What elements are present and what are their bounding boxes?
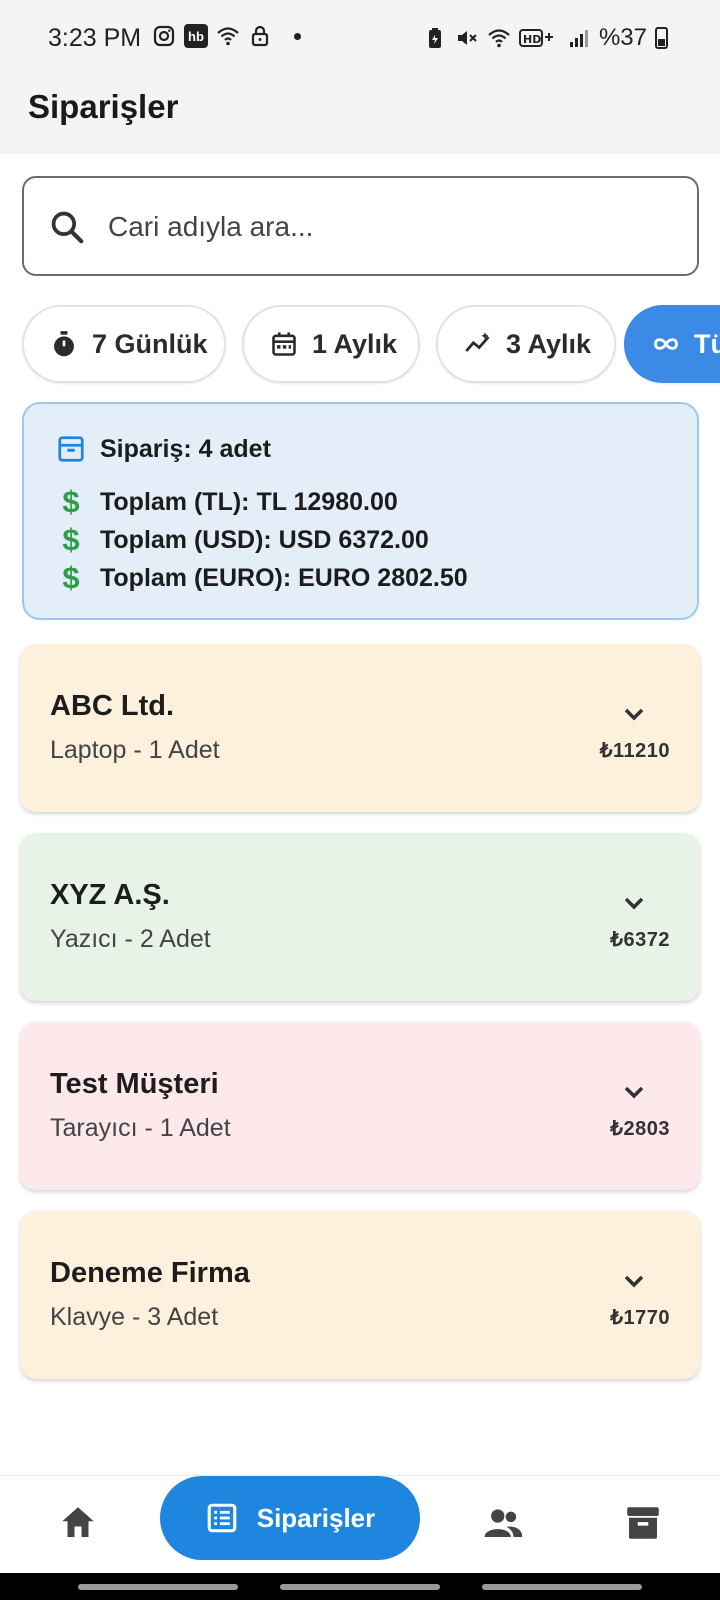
- dollar-icon: $: [62, 484, 80, 519]
- order-price: ₺6372: [610, 929, 670, 951]
- total-euro: Toplam (EURO): EURO 2802.50: [100, 563, 468, 592]
- order-card[interactable]: XYZ A.Ş. Yazıcı - 2 Adet ₺6372: [20, 833, 700, 1001]
- timer-icon: [54, 331, 74, 357]
- wifi-icon: [217, 27, 239, 46]
- order-card[interactable]: ABC Ltd. Laptop - 1 Adet ₺11210: [20, 644, 700, 812]
- total-tl-row: $ Toplam (TL): TL 12980.00: [56, 484, 398, 520]
- mute-icon: [457, 31, 477, 45]
- search-input[interactable]: [108, 204, 668, 250]
- order-detail: Tarayıcı - 1 Adet: [50, 1114, 231, 1142]
- customer-name: Deneme Firma: [50, 1257, 250, 1289]
- filter-all-chip[interactable]: Tümü: [624, 305, 720, 383]
- chevron-down-icon[interactable]: [618, 698, 650, 730]
- total-usd: Toplam (USD): USD 6372.00: [100, 525, 429, 554]
- calendar-icon: [272, 332, 296, 356]
- notification-dot: [294, 32, 301, 40]
- order-count: Sipariş: 4 adet: [100, 434, 271, 463]
- gesture-handle: [78, 1584, 238, 1590]
- filter-3-months-chip[interactable]: 3 Aylık: [436, 305, 616, 383]
- filter-1-month-chip[interactable]: 1 Aylık: [242, 305, 420, 383]
- nav-orders-button[interactable]: Siparişler: [160, 1476, 420, 1560]
- order-price: ₺2803: [610, 1118, 670, 1140]
- archive-icon: [58, 436, 84, 462]
- products-icon[interactable]: [622, 1502, 664, 1544]
- chip-label: 3 Aylık: [506, 328, 592, 359]
- order-price: ₺1770: [610, 1307, 670, 1329]
- order-card[interactable]: Deneme Firma Klavye - 3 Adet ₺1770: [20, 1211, 700, 1379]
- battery-percent: %37: [598, 24, 647, 51]
- app-bar: Siparişler: [0, 78, 720, 154]
- wifi-icon: [488, 29, 510, 48]
- dollar-icon: $: [62, 522, 80, 557]
- lock-icon: [251, 25, 269, 47]
- infinity-icon: [654, 338, 678, 350]
- chevron-down-icon[interactable]: [618, 1076, 650, 1108]
- orders-icon: [207, 1503, 237, 1533]
- summary-card: Sipariş: 4 adet $ Toplam (TL): TL 12980.…: [22, 402, 699, 620]
- chip-label: 1 Aylık: [312, 328, 398, 359]
- dollar-icon: $: [62, 560, 80, 595]
- filter-chips: 7 Günlük 1 Aylık 3 Aylık Tümü: [0, 305, 720, 385]
- chip-label: 7 Günlük: [92, 328, 208, 359]
- total-usd-row: $ Toplam (USD): USD 6372.00: [56, 522, 429, 558]
- nav-orders-label: Siparişler: [256, 1502, 376, 1533]
- page-title: Siparişler: [28, 88, 179, 125]
- status-bar: 3:23 PM hb HD %37: [0, 0, 720, 78]
- order-detail: Laptop - 1 Adet: [50, 736, 220, 764]
- svg-text:HD: HD: [523, 33, 541, 46]
- signal-icon: [569, 30, 588, 47]
- chip-label: Tümü: [694, 328, 720, 359]
- order-card[interactable]: Test Müşteri Tarayıcı - 1 Adet ₺2803: [20, 1022, 700, 1190]
- order-price: ₺11210: [599, 740, 670, 762]
- hb-icon: hb: [184, 24, 208, 48]
- gesture-handle: [482, 1584, 642, 1590]
- order-detail: Klavye - 3 Adet: [50, 1303, 219, 1331]
- order-count-row: Sipariş: 4 adet: [56, 434, 271, 464]
- search-box[interactable]: [22, 176, 699, 276]
- total-euro-row: $ Toplam (EURO): EURO 2802.50: [56, 560, 468, 596]
- chevron-down-icon[interactable]: [618, 887, 650, 919]
- filter-7-days-chip[interactable]: 7 Günlük: [22, 305, 226, 383]
- customers-icon[interactable]: [482, 1502, 524, 1544]
- gesture-bar: [0, 1573, 720, 1600]
- battery-saver-icon: [428, 28, 441, 48]
- customer-name: Test Müşteri: [50, 1068, 219, 1100]
- order-detail: Yazıcı - 2 Adet: [50, 925, 211, 953]
- gesture-handle: [280, 1584, 440, 1590]
- customer-name: ABC Ltd.: [50, 690, 175, 722]
- status-time: 3:23 PM: [48, 24, 142, 52]
- instagram-icon: [153, 25, 175, 47]
- chevron-down-icon[interactable]: [618, 1265, 650, 1297]
- home-icon[interactable]: [57, 1502, 99, 1544]
- hd-icon: HD: [518, 29, 553, 47]
- total-tl: Toplam (TL): TL 12980.00: [100, 487, 398, 516]
- customer-name: XYZ A.Ş.: [50, 879, 170, 911]
- trend-icon: [465, 332, 490, 352]
- battery-icon: [655, 27, 668, 49]
- search-icon: [51, 211, 84, 244]
